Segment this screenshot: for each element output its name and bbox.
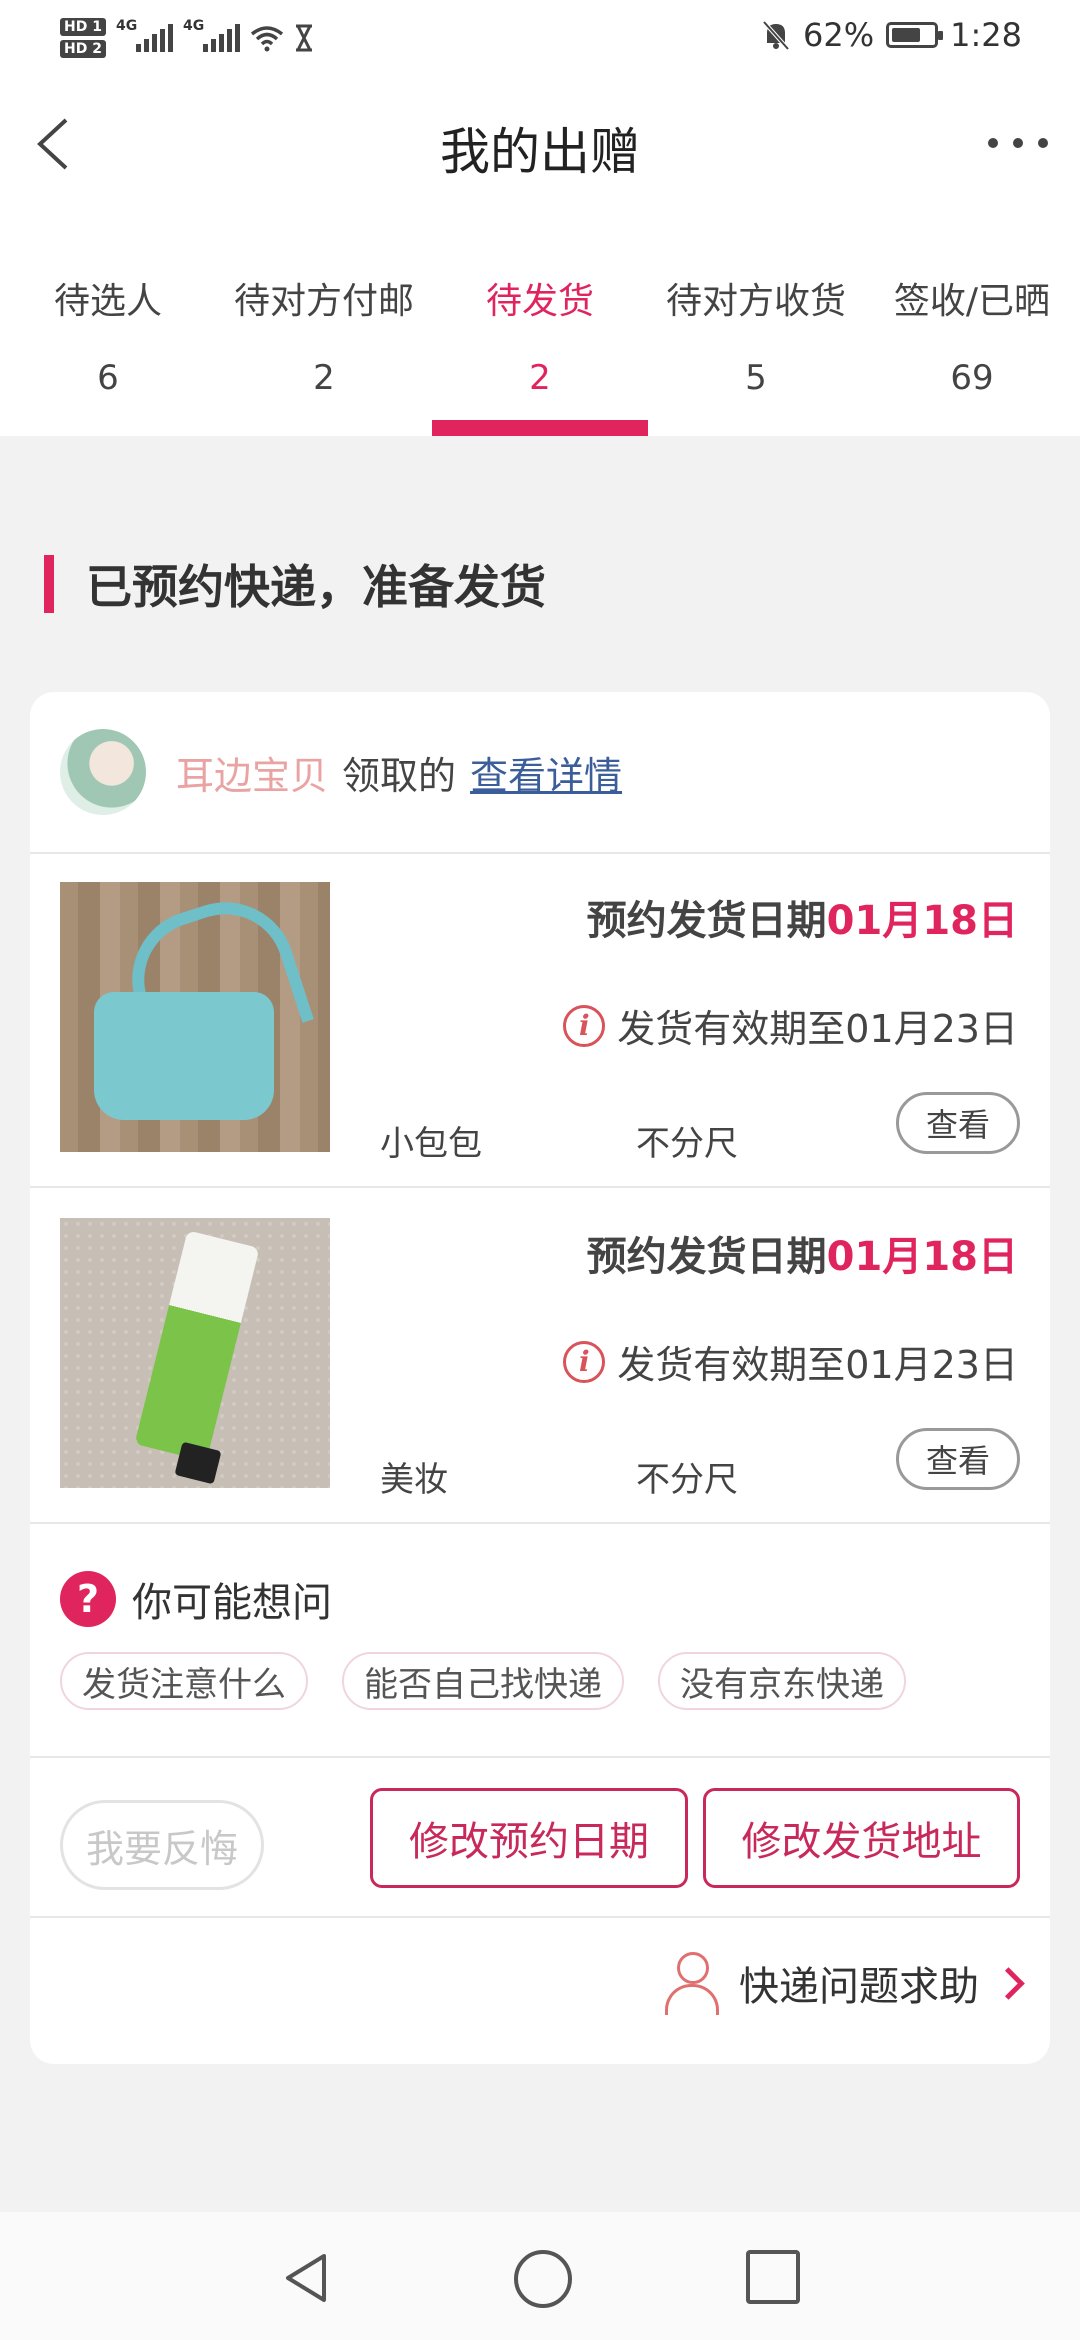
modify-date-button[interactable]: 修改预约日期 xyxy=(370,1788,688,1888)
hourglass-icon xyxy=(295,24,312,52)
ship-date: 预约发货日期01月18日 xyxy=(587,1224,1018,1282)
status-bar: HD 1 HD 2 4G 4G 62% 1:28 xyxy=(0,0,1080,72)
network-1-label: 4G xyxy=(115,18,138,34)
status-left: HD 1 HD 2 4G 4G xyxy=(60,8,314,68)
list-item: 预约发货日期01月18日 i 发货有效期至01月23日 美妆 不分尺 查看 xyxy=(30,1188,1050,1524)
recipient-row: 耳边宝贝 领取的 查看详情 xyxy=(30,692,1050,854)
status-right: 62% 1:28 xyxy=(761,16,1022,54)
signal-2-icon: 4G xyxy=(183,18,240,52)
order-card: 耳边宝贝 领取的 查看详情 预约发货日期01月18日 i 发货有效期至01月23… xyxy=(30,692,1050,2064)
view-button[interactable]: 查看 xyxy=(896,1092,1020,1154)
recipient-name[interactable]: 耳边宝贝 xyxy=(176,745,328,800)
courier-help-label: 快递问题求助 xyxy=(739,1964,979,2010)
page-title: 我的出赠 xyxy=(440,123,640,181)
tab-count: 69 xyxy=(950,358,994,398)
tab-count: 5 xyxy=(745,358,767,398)
view-details-link[interactable]: 查看详情 xyxy=(470,745,622,800)
faq-chip-own-courier[interactable]: 能否自己找快递 xyxy=(342,1652,624,1710)
question-icon: ? xyxy=(60,1571,116,1627)
tab-count: 6 xyxy=(97,358,119,398)
nav-recents-icon[interactable] xyxy=(746,2250,800,2304)
tab-count: 2 xyxy=(529,358,551,398)
ship-date-value: 01月18日 xyxy=(826,898,1018,944)
action-row: 我要反悔 修改预约日期 修改发货地址 xyxy=(30,1756,1050,1918)
tab-signed[interactable]: 签收/已晒 69 xyxy=(864,232,1080,436)
tab-count: 2 xyxy=(313,358,335,398)
ship-date: 预约发货日期01月18日 xyxy=(587,888,1018,946)
regret-button[interactable]: 我要反悔 xyxy=(60,1800,264,1890)
info-icon: i xyxy=(563,1004,606,1047)
item-size: 不分尺 xyxy=(636,1124,738,1164)
item-size: 不分尺 xyxy=(636,1460,738,1500)
system-nav-bar xyxy=(0,2212,1080,2340)
item-photo-bag[interactable] xyxy=(60,882,330,1152)
hd-indicators: HD 1 HD 2 xyxy=(60,18,106,58)
tab-label: 待对方收货 xyxy=(665,281,846,322)
validity-line: i 发货有效期至01月23日 xyxy=(563,998,1018,1053)
nav-home-icon[interactable] xyxy=(514,2250,572,2308)
chevron-right-icon xyxy=(992,1966,1025,2000)
courier-help-row: 快递问题求助 xyxy=(30,1916,1050,2064)
nav-back-icon[interactable] xyxy=(280,2252,332,2304)
tab-label: 待对方付邮 xyxy=(233,281,414,322)
courier-help-link[interactable]: 快递问题求助 xyxy=(663,1952,1025,2015)
clock: 1:28 xyxy=(950,16,1022,54)
item-category: 美妆 xyxy=(380,1460,448,1500)
hd2-badge: HD 2 xyxy=(60,40,106,58)
recipient-action: 领取的 xyxy=(342,753,457,798)
item-photo-cream[interactable] xyxy=(60,1218,330,1488)
view-button[interactable]: 查看 xyxy=(896,1428,1020,1490)
tab-pending-select[interactable]: 待选人 6 xyxy=(0,232,216,436)
faq-chip-no-jd-express[interactable]: 没有京东快递 xyxy=(658,1652,906,1710)
tab-pending-shipment[interactable]: 待发货 2 xyxy=(432,232,648,436)
section-title: 已预约快递，准备发货 xyxy=(44,552,546,616)
faq-chips: 发货注意什么 能否自己找快递 没有京东快递 xyxy=(60,1652,906,1710)
tab-label: 签收/已晒 xyxy=(893,281,1051,322)
item-category: 小包包 xyxy=(380,1124,482,1164)
person-icon xyxy=(663,1952,719,2015)
battery-icon xyxy=(886,22,944,48)
network-2-label: 4G xyxy=(182,18,205,34)
hd1-badge: HD 1 xyxy=(60,18,106,36)
section-accent-bar xyxy=(44,555,54,613)
header: 我的出赠 xyxy=(0,72,1080,232)
ship-date-value: 01月18日 xyxy=(826,1234,1018,1280)
mute-bell-icon xyxy=(762,20,790,51)
ship-date-label: 预约发货日期 xyxy=(586,898,827,944)
signal-1-icon: 4G xyxy=(116,18,173,52)
status-tabs: 待选人 6 待对方付邮 2 待发货 2 待对方收货 5 签收/已晒 69 xyxy=(0,232,1080,436)
tab-label: 待选人 xyxy=(53,281,162,322)
faq-section: ? 你可能想问 发货注意什么 能否自己找快递 没有京东快递 xyxy=(30,1524,1050,1758)
info-icon: i xyxy=(563,1340,606,1383)
faq-header: ? 你可能想问 xyxy=(60,1570,332,1628)
tab-pending-receipt[interactable]: 待对方收货 5 xyxy=(648,232,864,436)
battery-percent: 62% xyxy=(803,16,875,54)
faq-chip-shipping-notes[interactable]: 发货注意什么 xyxy=(60,1652,308,1710)
validity-line: i 发货有效期至01月23日 xyxy=(563,1334,1018,1389)
tab-pending-postage[interactable]: 待对方付邮 2 xyxy=(216,232,432,436)
ship-date-label: 预约发货日期 xyxy=(586,1234,827,1280)
list-item: 预约发货日期01月18日 i 发货有效期至01月23日 小包包 不分尺 查看 xyxy=(30,852,1050,1188)
tab-label: 待发货 xyxy=(485,281,594,322)
validity-text: 发货有效期至01月23日 xyxy=(617,1343,1018,1387)
faq-title: 你可能想问 xyxy=(132,1580,332,1626)
modify-address-button[interactable]: 修改发货地址 xyxy=(703,1788,1020,1888)
validity-text: 发货有效期至01月23日 xyxy=(617,1007,1018,1051)
avatar[interactable] xyxy=(60,729,146,815)
more-icon[interactable] xyxy=(988,128,1048,158)
wifi-icon xyxy=(250,26,284,52)
section-title-text: 已预约快递，准备发货 xyxy=(86,560,546,614)
